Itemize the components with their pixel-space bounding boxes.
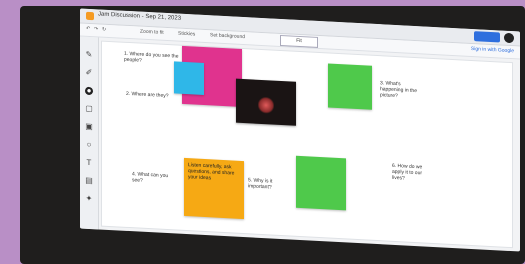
refresh-icon[interactable]: ↻ [102, 27, 106, 33]
question-2: 2. Where are they? [126, 90, 169, 100]
undo-icon[interactable]: ↶ [86, 26, 90, 32]
jamboard-canvas[interactable]: 1. Where do you see the people? 2. Where… [102, 41, 512, 248]
question-4: 4. What can you see? [132, 171, 169, 184]
photo-image[interactable] [236, 78, 296, 126]
document-title[interactable]: Jam Discussion - Sep 21, 2023 [98, 11, 181, 21]
sticky-note-blue[interactable] [174, 61, 204, 95]
redo-icon[interactable]: ↷ [94, 26, 98, 32]
marker-icon[interactable]: ✐ [85, 68, 93, 77]
sticky-note-green-bottom[interactable] [296, 155, 346, 211]
question-3: 3. What's happening in the picture? [380, 80, 417, 100]
zoom-select[interactable]: Fit [280, 34, 318, 48]
profile-avatar[interactable] [504, 32, 514, 44]
image-icon[interactable]: ▤ [85, 176, 93, 185]
photo-subject [258, 95, 274, 115]
shape-icon[interactable]: ○ [85, 140, 93, 149]
laser-icon[interactable]: ✦ [85, 194, 93, 203]
sign-in-link[interactable]: Sign in with Google [471, 46, 514, 54]
set-background-button[interactable]: Set background [210, 32, 245, 40]
tools-sidebar: ✎ ✐ ● ▢ ▣ ○ T ▤ ✦ [80, 36, 99, 230]
text-icon[interactable]: T [85, 158, 93, 167]
app-window: Jam Discussion - Sep 21, 2023 ↶ ↷ ↻ Zoom… [80, 8, 520, 252]
sticky-note-icon[interactable]: ▣ [85, 122, 93, 131]
sticky-note-green-top[interactable] [328, 63, 372, 110]
app-logo-icon [86, 11, 94, 21]
select-icon[interactable]: ▢ [85, 104, 93, 113]
question-6: 6. How do we apply it to our lives? [392, 162, 423, 182]
share-button[interactable] [474, 31, 500, 43]
stickies-button[interactable]: Stickies [178, 31, 195, 38]
eraser-icon[interactable]: ● [85, 86, 93, 96]
monitor-bezel: Jam Discussion - Sep 21, 2023 ↶ ↷ ↻ Zoom… [20, 6, 525, 264]
pen-icon[interactable]: ✎ [85, 50, 93, 59]
zoom-to-fit-button[interactable]: Zoom to fit [140, 29, 164, 36]
question-5: 5. Why is it important? [248, 177, 273, 191]
sticky-note-orange[interactable]: Listen carefully, ask questions, and sha… [184, 157, 244, 220]
